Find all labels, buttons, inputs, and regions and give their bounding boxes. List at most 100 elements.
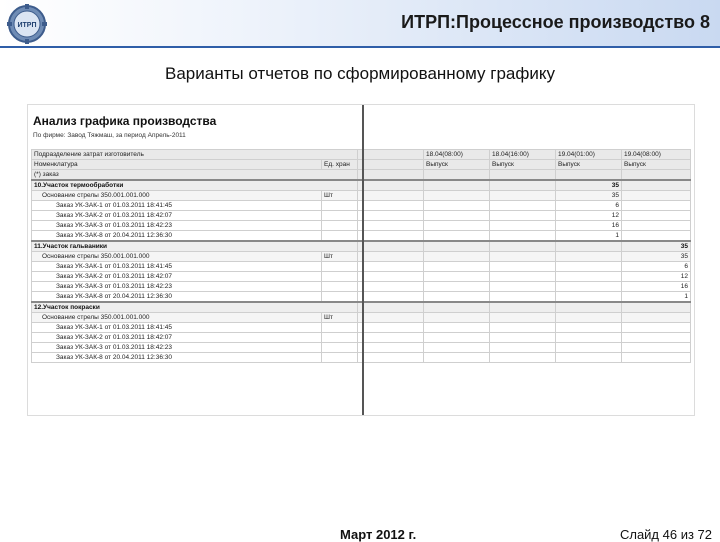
order-unit (321, 332, 358, 343)
order-value (357, 271, 424, 282)
order-unit (321, 230, 358, 242)
slide-subtitle: Варианты отчетов по сформированному граф… (165, 64, 555, 83)
order-value (621, 230, 691, 242)
order-name: Заказ УК-ЗАК-2 от 01.03.2011 18:42:07 (31, 210, 322, 221)
order-unit (321, 210, 358, 221)
order-value: 1 (555, 230, 622, 242)
order-row: Заказ УК-ЗАК-1 от 01.03.2011 18:41:452 (31, 322, 691, 333)
order-value (555, 291, 622, 303)
order-value: 16 (621, 281, 691, 292)
order-name: Заказ УК-ЗАК-1 от 01.03.2011 18:41:45 (31, 200, 322, 211)
order-row: Заказ УК-ЗАК-2 от 01.03.2011 18:42:07 (31, 332, 691, 343)
order-name: Заказ УК-ЗАК-8 от 20.04.2011 12:36:30 (31, 352, 322, 363)
header-output: Выпуск (555, 159, 622, 170)
order-value (357, 200, 424, 211)
order-value (357, 261, 424, 272)
order-value (423, 210, 490, 221)
report-title: Анализ графика производства (33, 114, 217, 128)
section-value (489, 301, 556, 313)
header-nomenclature: Номенклатура (31, 159, 322, 170)
table-header-row: Подразделение затрат изготовитель 18.04(0… (31, 149, 691, 160)
order-value (423, 322, 490, 333)
order-unit (321, 271, 358, 282)
order-unit (321, 220, 358, 231)
order-row: Заказ УК-ЗАК-8 от 20.04.2011 12:36:301 (31, 352, 691, 363)
item-value (423, 312, 490, 323)
header-empty (621, 169, 691, 181)
order-unit (321, 322, 358, 333)
section-value (357, 301, 424, 313)
order-name: Заказ УК-ЗАК-1 от 01.03.2011 18:41:45 (31, 261, 322, 272)
item-value (555, 312, 622, 323)
order-value (423, 291, 490, 303)
item-value (423, 251, 490, 262)
order-value: 6 (555, 200, 622, 211)
item-value (555, 251, 622, 262)
order-value (555, 322, 622, 333)
order-value (489, 230, 556, 242)
order-name: Заказ УК-ЗАК-8 от 20.04.2011 12:36:30 (31, 291, 322, 303)
section-value (357, 240, 424, 252)
order-value (423, 200, 490, 211)
item-value (357, 190, 424, 201)
order-value (489, 291, 556, 303)
order-name: Заказ УК-ЗАК-3 от 01.03.2011 18:42:23 (31, 220, 322, 231)
item-name: Основание стрелы 350.001.001.000 (31, 251, 322, 262)
order-value (621, 352, 691, 363)
section-value (621, 179, 691, 191)
order-value (357, 352, 424, 363)
order-value (555, 352, 622, 363)
order-value (489, 352, 556, 363)
order-value (621, 332, 691, 343)
order-value (423, 230, 490, 242)
order-name: Заказ УК-ЗАК-2 от 01.03.2011 18:42:07 (31, 332, 322, 343)
order-value (555, 261, 622, 272)
header-output: Выпуск (423, 159, 490, 170)
order-value (423, 271, 490, 282)
table-header-row: Номенклатура Ед. хран Выпуск Выпуск Выпуск Вы… (31, 159, 691, 170)
table-header-row: (*) заказ (31, 169, 691, 181)
order-value (489, 220, 556, 231)
order-value (423, 332, 490, 343)
section-value (423, 240, 490, 252)
section-row: 12.Участок покраски5 (31, 301, 691, 313)
header-empty (357, 169, 424, 181)
order-value (621, 322, 691, 333)
order-name: Заказ УК-ЗАК-1 от 01.03.2011 18:41:45 (31, 322, 322, 333)
item-value (621, 190, 691, 201)
header-period: 19.04(08:00) (621, 149, 691, 160)
order-value (489, 342, 556, 353)
order-unit (321, 281, 358, 292)
order-value (555, 271, 622, 282)
order-value (489, 332, 556, 343)
svg-text:ИТРП: ИТРП (17, 22, 36, 29)
section-value (423, 301, 490, 313)
header-empty (357, 149, 424, 160)
order-value (357, 322, 424, 333)
section-value (555, 301, 622, 313)
order-value (555, 281, 622, 292)
order-value (489, 271, 556, 282)
item-row: Основание стрелы 350.001.001.000 Шт 35 (31, 190, 691, 201)
order-value (555, 342, 622, 353)
item-value (357, 312, 424, 323)
order-value (357, 332, 424, 343)
order-row: Заказ УК-ЗАК-3 от 01.03.2011 18:42:23 16 (31, 220, 691, 231)
section-value (489, 240, 556, 252)
header-empty (357, 159, 424, 170)
slide-title: ИТРП:Процессное производство 8 (401, 12, 710, 32)
header-order: (*) заказ (31, 169, 358, 181)
order-value (423, 352, 490, 363)
order-value (423, 342, 490, 353)
section-value (357, 179, 424, 191)
order-row: Заказ УК-ЗАК-8 от 20.04.2011 12:36:301 (31, 230, 691, 242)
item-row: Основание стрелы 350.001.001.000Шт5 (31, 312, 691, 323)
order-value (555, 332, 622, 343)
order-value (357, 291, 424, 303)
order-value (357, 210, 424, 221)
item-unit: Шт (321, 190, 358, 201)
header-empty (555, 169, 622, 181)
header-output: Выпуск (621, 159, 691, 170)
order-value: 12 (621, 271, 691, 282)
header-empty (423, 169, 490, 181)
